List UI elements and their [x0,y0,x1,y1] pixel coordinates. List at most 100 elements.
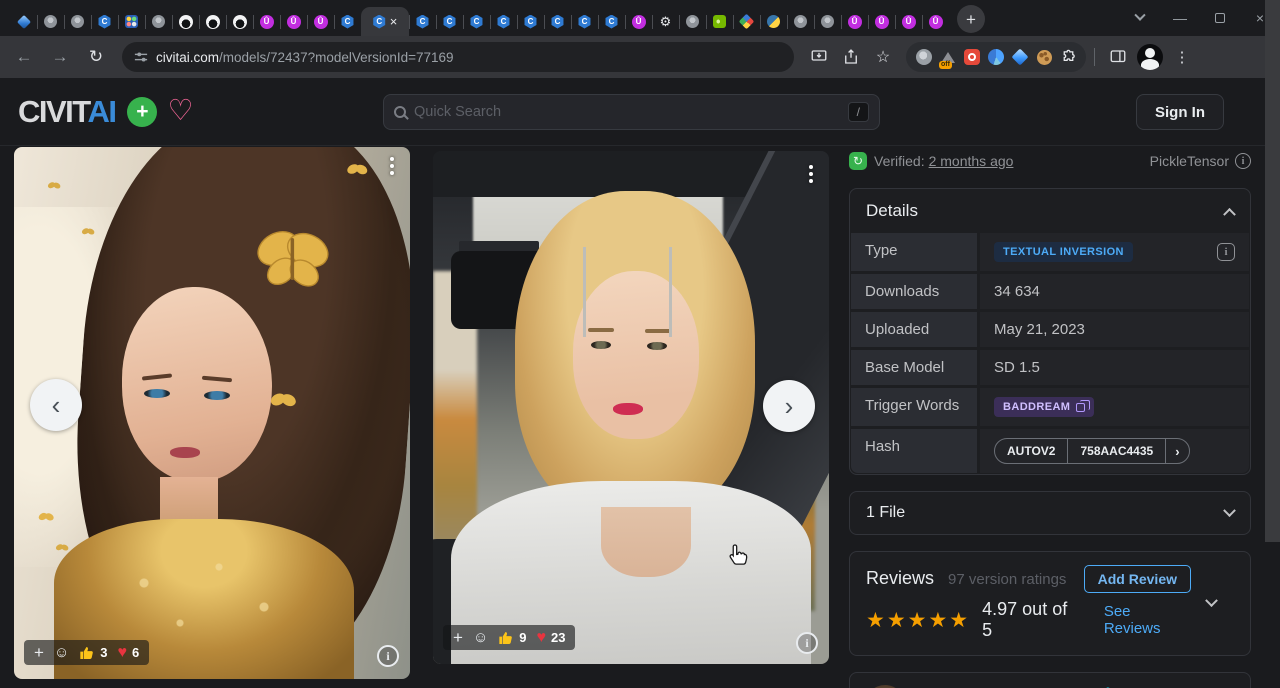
create-button[interactable]: + [127,97,157,127]
tab-globe[interactable] [787,7,814,36]
tab-u-purple[interactable]: Û [922,7,949,36]
reviews-title: Reviews [866,568,934,589]
address-bar[interactable]: civitai.com/models/72437?modelVersionId=… [122,42,794,72]
tab-civitai[interactable]: C [517,7,544,36]
tab-globe[interactable] [679,7,706,36]
tab-globe[interactable] [37,7,64,36]
cookie-extension-icon[interactable] [1034,47,1054,67]
tab-nvidia[interactable] [706,7,733,36]
see-reviews-link[interactable]: See Reviews [1104,603,1191,637]
image-menu-icon[interactable] [386,153,398,179]
carousel-next-button[interactable]: › [763,380,815,432]
rating-stars: ★★★★★ [866,610,970,631]
hash-expand-chevron[interactable]: › [1165,439,1188,463]
side-panel-icon[interactable] [1103,42,1133,72]
tab-globe[interactable] [814,7,841,36]
site-settings-icon[interactable] [134,50,148,64]
smiley-icon[interactable]: ☺ [473,630,488,645]
type-badge[interactable]: TEXTUAL INVERSION [994,242,1133,262]
gem-extension-icon[interactable] [1010,47,1030,67]
python-favicon [767,15,780,28]
favorites-heart-icon[interactable]: ♡ [167,97,193,126]
tab-civitai[interactable]: C [598,7,625,36]
u-app-favicon: Û [314,15,328,29]
add-reaction-icon[interactable]: + [453,629,463,646]
sign-in-button[interactable]: Sign In [1136,94,1224,130]
maximize-button[interactable] [1200,0,1240,36]
tab-civitai[interactable]: C [334,7,361,36]
like-reaction[interactable]: 3 [79,645,107,661]
tab-python[interactable] [760,7,787,36]
grid-app-favicon [125,15,138,28]
civitai-logo[interactable]: CIVITAI [18,94,115,130]
blue-globe-extension-icon[interactable] [986,47,1006,67]
tab-gear[interactable]: ⚙ [652,7,679,36]
carousel-prev-button[interactable]: ‹ [30,379,82,431]
tab-civitai[interactable]: C [91,7,118,36]
new-tab-button[interactable]: + [957,5,985,33]
verified-row: ↻ Verified: 2 months ago PickleTensor i [849,150,1251,172]
search-box[interactable]: / [383,94,880,130]
page-scrollbar[interactable] [1265,0,1280,542]
share-icon[interactable] [836,42,866,72]
image-menu-icon[interactable] [805,161,817,187]
format-info-icon[interactable]: i [1235,153,1251,169]
tab-gem-blue[interactable] [10,7,37,36]
trigger-word-badge[interactable]: BADDREAM [994,397,1094,417]
tab-grid[interactable] [118,7,145,36]
files-header[interactable]: 1 File [850,492,1250,534]
tab-u-purple[interactable]: Û [895,7,922,36]
globe-extension-icon[interactable] [914,47,934,67]
tab-github[interactable] [199,7,226,36]
image-info-icon[interactable]: i [796,632,818,654]
tab-active-civitai[interactable]: C× [361,7,409,36]
minimize-button[interactable]: — [1160,0,1200,36]
verified-time-link[interactable]: 2 months ago [929,153,1014,169]
install-app-icon[interactable] [804,42,834,72]
tab-u-purple[interactable]: Û [253,7,280,36]
like-reaction[interactable]: 9 [498,630,526,646]
add-review-button[interactable]: Add Review [1084,565,1191,593]
forward-button[interactable]: → [44,41,76,73]
heart-reaction[interactable]: ♥ 6 [118,645,140,661]
browser-toolbar: ← → ↻ civitai.com/models/72437?modelVers… [0,36,1280,78]
tab-u-purple[interactable]: Û [625,7,652,36]
browser-menu-icon[interactable]: ⋮ [1167,42,1197,72]
downloads-value: 34 634 [994,283,1040,300]
site-header: CIVITAI + ♡ / Sign In [0,78,1280,146]
tab-civitai[interactable]: C [544,7,571,36]
details-header[interactable]: Details [850,189,1250,233]
tab-civitai[interactable]: C [436,7,463,36]
tab-u-purple[interactable]: Û [307,7,334,36]
image-info-icon[interactable]: i [377,645,399,667]
tab-civitai[interactable]: C [463,7,490,36]
profile-button[interactable] [1135,42,1165,72]
tab-github[interactable] [226,7,253,36]
tab-u-purple[interactable]: Û [841,7,868,36]
tab-u-purple[interactable]: Û [280,7,307,36]
back-button[interactable]: ← [8,41,40,73]
tab-civitai[interactable]: C [490,7,517,36]
search-input[interactable] [414,104,840,120]
tab-civitai[interactable]: C [571,7,598,36]
tab-globe[interactable] [64,7,91,36]
reload-button[interactable]: ↻ [80,41,112,73]
civitai-favicon: C [470,15,483,29]
tab-globe[interactable] [145,7,172,36]
bookmark-star-icon[interactable]: ☆ [868,42,898,72]
tab-u-purple[interactable]: Û [868,7,895,36]
tab-gem-multi[interactable] [733,7,760,36]
puzzle-extension-icon[interactable] [1058,47,1078,67]
tab-civitai[interactable]: C [409,7,436,36]
type-info-icon[interactable]: i [1217,243,1235,261]
smiley-icon[interactable]: ☺ [54,645,69,660]
add-reaction-icon[interactable]: + [34,644,44,661]
tab-search-button[interactable] [1120,0,1160,36]
butterfly-small [36,509,56,527]
onetab-extension-icon[interactable] [962,47,982,67]
close-tab-icon[interactable]: × [390,15,398,28]
off-badge-extension-icon[interactable]: off [938,47,958,67]
tab-github[interactable] [172,7,199,36]
heart-reaction[interactable]: ♥ 23 [537,630,566,646]
hash-pill[interactable]: AUTOV2 758AAC4435 › [994,438,1190,464]
